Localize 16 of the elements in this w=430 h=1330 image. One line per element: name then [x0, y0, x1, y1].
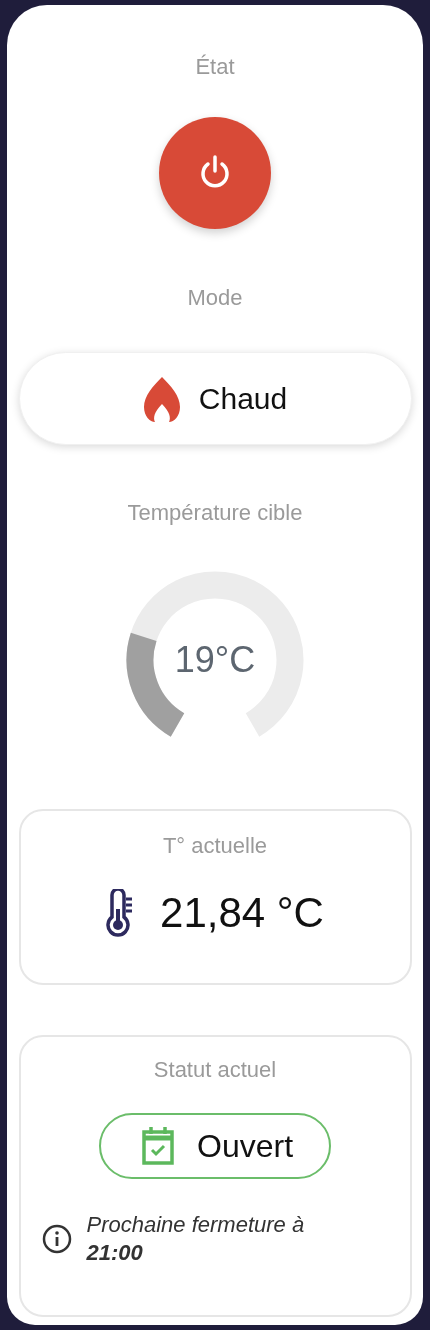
mode-label: Mode [187, 285, 243, 311]
power-button[interactable] [159, 117, 271, 229]
current-temperature-value: 21,84 °C [160, 889, 324, 937]
calendar-check-icon [141, 1126, 175, 1166]
target-temperature-value: 19°C [174, 639, 256, 681]
closing-time-note: Prochaine fermeture à 21:00 [86, 1211, 306, 1267]
status-badge: Ouvert [99, 1113, 331, 1179]
current-temperature-label: T° actuelle [162, 833, 268, 859]
temperature-gauge[interactable]: 19°C [125, 570, 305, 750]
info-icon [40, 1223, 73, 1255]
thermometer-icon [106, 889, 135, 937]
target-temperature-label: Température cible [127, 500, 303, 526]
flame-icon [142, 375, 181, 422]
state-label: État [195, 54, 235, 80]
status-label: Statut actuel [153, 1057, 277, 1083]
mode-button[interactable]: Chaud [18, 352, 412, 445]
